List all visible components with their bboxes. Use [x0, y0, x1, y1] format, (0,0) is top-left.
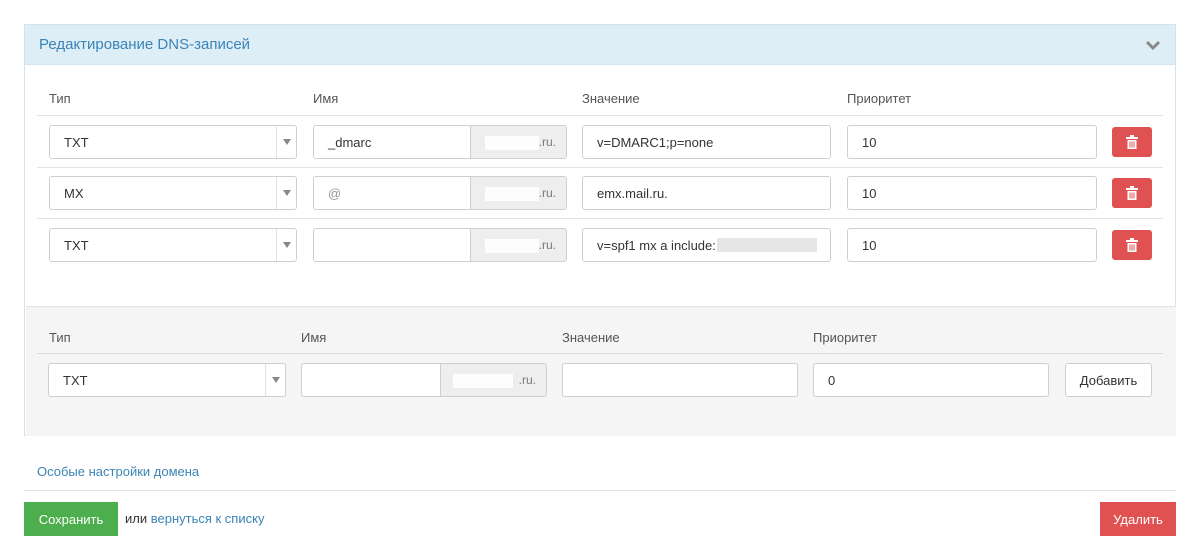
domain-suffix: .ru.	[440, 364, 546, 396]
trash-icon	[1126, 186, 1138, 200]
delete-domain-button[interactable]: Удалить	[1100, 502, 1176, 536]
panel-header[interactable]: Редактирование DNS-записей	[25, 25, 1175, 65]
chevron-down-icon[interactable]	[1145, 37, 1161, 53]
save-button[interactable]: Сохранить	[24, 502, 118, 536]
delete-record-button[interactable]	[1112, 127, 1152, 157]
record-value-input[interactable]: v=spf1 mx a include:	[582, 228, 831, 262]
panel-title: Редактирование DNS-записей	[39, 36, 251, 53]
dropdown-arrow-icon	[276, 229, 296, 261]
record-name-input[interactable]	[314, 229, 470, 261]
divider	[37, 218, 1163, 219]
record-priority-input[interactable]: 10	[847, 176, 1097, 210]
record-value-input[interactable]: emx.mail.ru.	[582, 176, 831, 210]
back-to-list-link[interactable]: вернуться к списку	[151, 511, 265, 526]
divider	[37, 353, 1163, 354]
record-priority-input[interactable]: 10	[847, 125, 1097, 159]
record-name-field[interactable]: _dmarc .ru.	[313, 125, 567, 159]
record-name-input[interactable]: _dmarc	[314, 126, 470, 158]
new-record-name-field[interactable]: .ru.	[301, 363, 547, 397]
dns-records-panel: Редактирование DNS-записей Тип Имя Значе…	[24, 24, 1176, 436]
domain-suffix: .ru.	[470, 177, 566, 209]
trash-icon	[1126, 238, 1138, 252]
record-name-field[interactable]: @ .ru.	[313, 176, 567, 210]
dropdown-arrow-icon	[276, 126, 296, 158]
column-header-priority: Приоритет	[847, 91, 912, 106]
divider	[24, 490, 1176, 491]
redacted-text	[716, 238, 817, 252]
new-record-type-select[interactable]: TXT	[48, 363, 286, 397]
column-header-value: Значение	[582, 91, 640, 106]
new-record-priority-input[interactable]: 0	[813, 363, 1049, 397]
record-name-input[interactable]: @	[314, 177, 470, 209]
column-header-name: Имя	[313, 91, 339, 106]
delete-record-button[interactable]	[1112, 230, 1152, 260]
column-header-value: Значение	[562, 330, 620, 345]
divider	[37, 115, 1163, 116]
divider	[37, 167, 1163, 168]
record-priority-input[interactable]: 10	[847, 228, 1097, 262]
record-type-select[interactable]: MX	[49, 176, 297, 210]
column-header-type: Тип	[49, 330, 71, 345]
delete-record-button[interactable]	[1112, 178, 1152, 208]
add-record-section: Тип Имя Значение Приоритет TXT .ru. 0 До…	[26, 306, 1176, 436]
column-header-name: Имя	[301, 330, 327, 345]
add-record-button[interactable]: Добавить	[1065, 363, 1152, 397]
record-value-input[interactable]: v=DMARC1;p=none	[582, 125, 831, 159]
record-type-select[interactable]: TXT	[49, 228, 297, 262]
column-header-type: Тип	[49, 91, 71, 106]
new-record-name-input[interactable]	[302, 364, 440, 396]
record-type-select[interactable]: TXT	[49, 125, 297, 159]
column-header-priority: Приоритет	[813, 330, 878, 345]
new-record-value-input[interactable]	[562, 363, 798, 397]
domain-suffix: .ru.	[470, 126, 566, 158]
dropdown-arrow-icon	[276, 177, 296, 209]
domain-suffix: .ru.	[470, 229, 566, 261]
domain-settings-link[interactable]: Особые настройки домена	[37, 464, 199, 479]
dropdown-arrow-icon	[265, 364, 285, 396]
or-text: или вернуться к списку	[125, 511, 265, 526]
record-name-field[interactable]: .ru.	[313, 228, 567, 262]
trash-icon	[1126, 135, 1138, 149]
